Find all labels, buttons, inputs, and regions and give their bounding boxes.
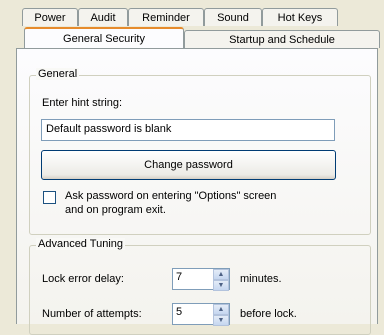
ask-password-checkbox[interactable] xyxy=(43,191,56,204)
lock-error-delay-label: Lock error delay: xyxy=(42,273,124,285)
tab-general-security[interactable]: General Security xyxy=(24,27,184,48)
tab-sound[interactable]: Sound xyxy=(204,8,262,26)
change-password-button[interactable]: Change password xyxy=(41,150,336,180)
spin-up-arrow-icon[interactable]: ▲ xyxy=(213,269,229,280)
number-of-attempts-label: Number of attempts: xyxy=(42,308,142,320)
tab-audit[interactable]: Audit xyxy=(78,8,128,26)
advanced-tuning-group: Advanced Tuning Lock error delay: 7 ▲ ▼ … xyxy=(29,238,371,335)
number-of-attempts-unit: before lock. xyxy=(240,308,297,320)
ask-password-label-line1[interactable]: Ask password on entering "Options" scree… xyxy=(65,190,276,202)
tab-startup-and-schedule[interactable]: Startup and Schedule xyxy=(184,30,380,48)
ask-password-label-line2[interactable]: and on program exit. xyxy=(65,204,166,216)
hint-input[interactable]: Default password is blank xyxy=(41,119,335,141)
hint-label: Enter hint string: xyxy=(42,97,123,109)
tab-reminder[interactable]: Reminder xyxy=(128,8,204,26)
spin-up-arrow-icon[interactable]: ▲ xyxy=(213,304,229,315)
lock-error-delay-value[interactable]: 7 xyxy=(176,271,182,283)
spin-down-arrow-icon[interactable]: ▼ xyxy=(213,280,229,291)
advanced-tuning-group-title: Advanced Tuning xyxy=(36,238,126,250)
number-of-attempts-value[interactable]: 5 xyxy=(176,306,182,318)
number-of-attempts-spinner[interactable]: 5 ▲ ▼ xyxy=(172,303,230,326)
general-group-title: General xyxy=(36,68,80,80)
tab-power[interactable]: Power xyxy=(22,8,78,26)
lock-error-delay-spinner[interactable]: 7 ▲ ▼ xyxy=(172,268,230,291)
general-security-panel: General Enter hint string: Default passw… xyxy=(16,48,378,335)
general-group: General Enter hint string: Default passw… xyxy=(29,68,371,235)
spin-down-arrow-icon[interactable]: ▼ xyxy=(213,315,229,326)
lock-error-delay-unit: minutes. xyxy=(240,273,282,285)
tab-hot-keys[interactable]: Hot Keys xyxy=(262,8,338,26)
